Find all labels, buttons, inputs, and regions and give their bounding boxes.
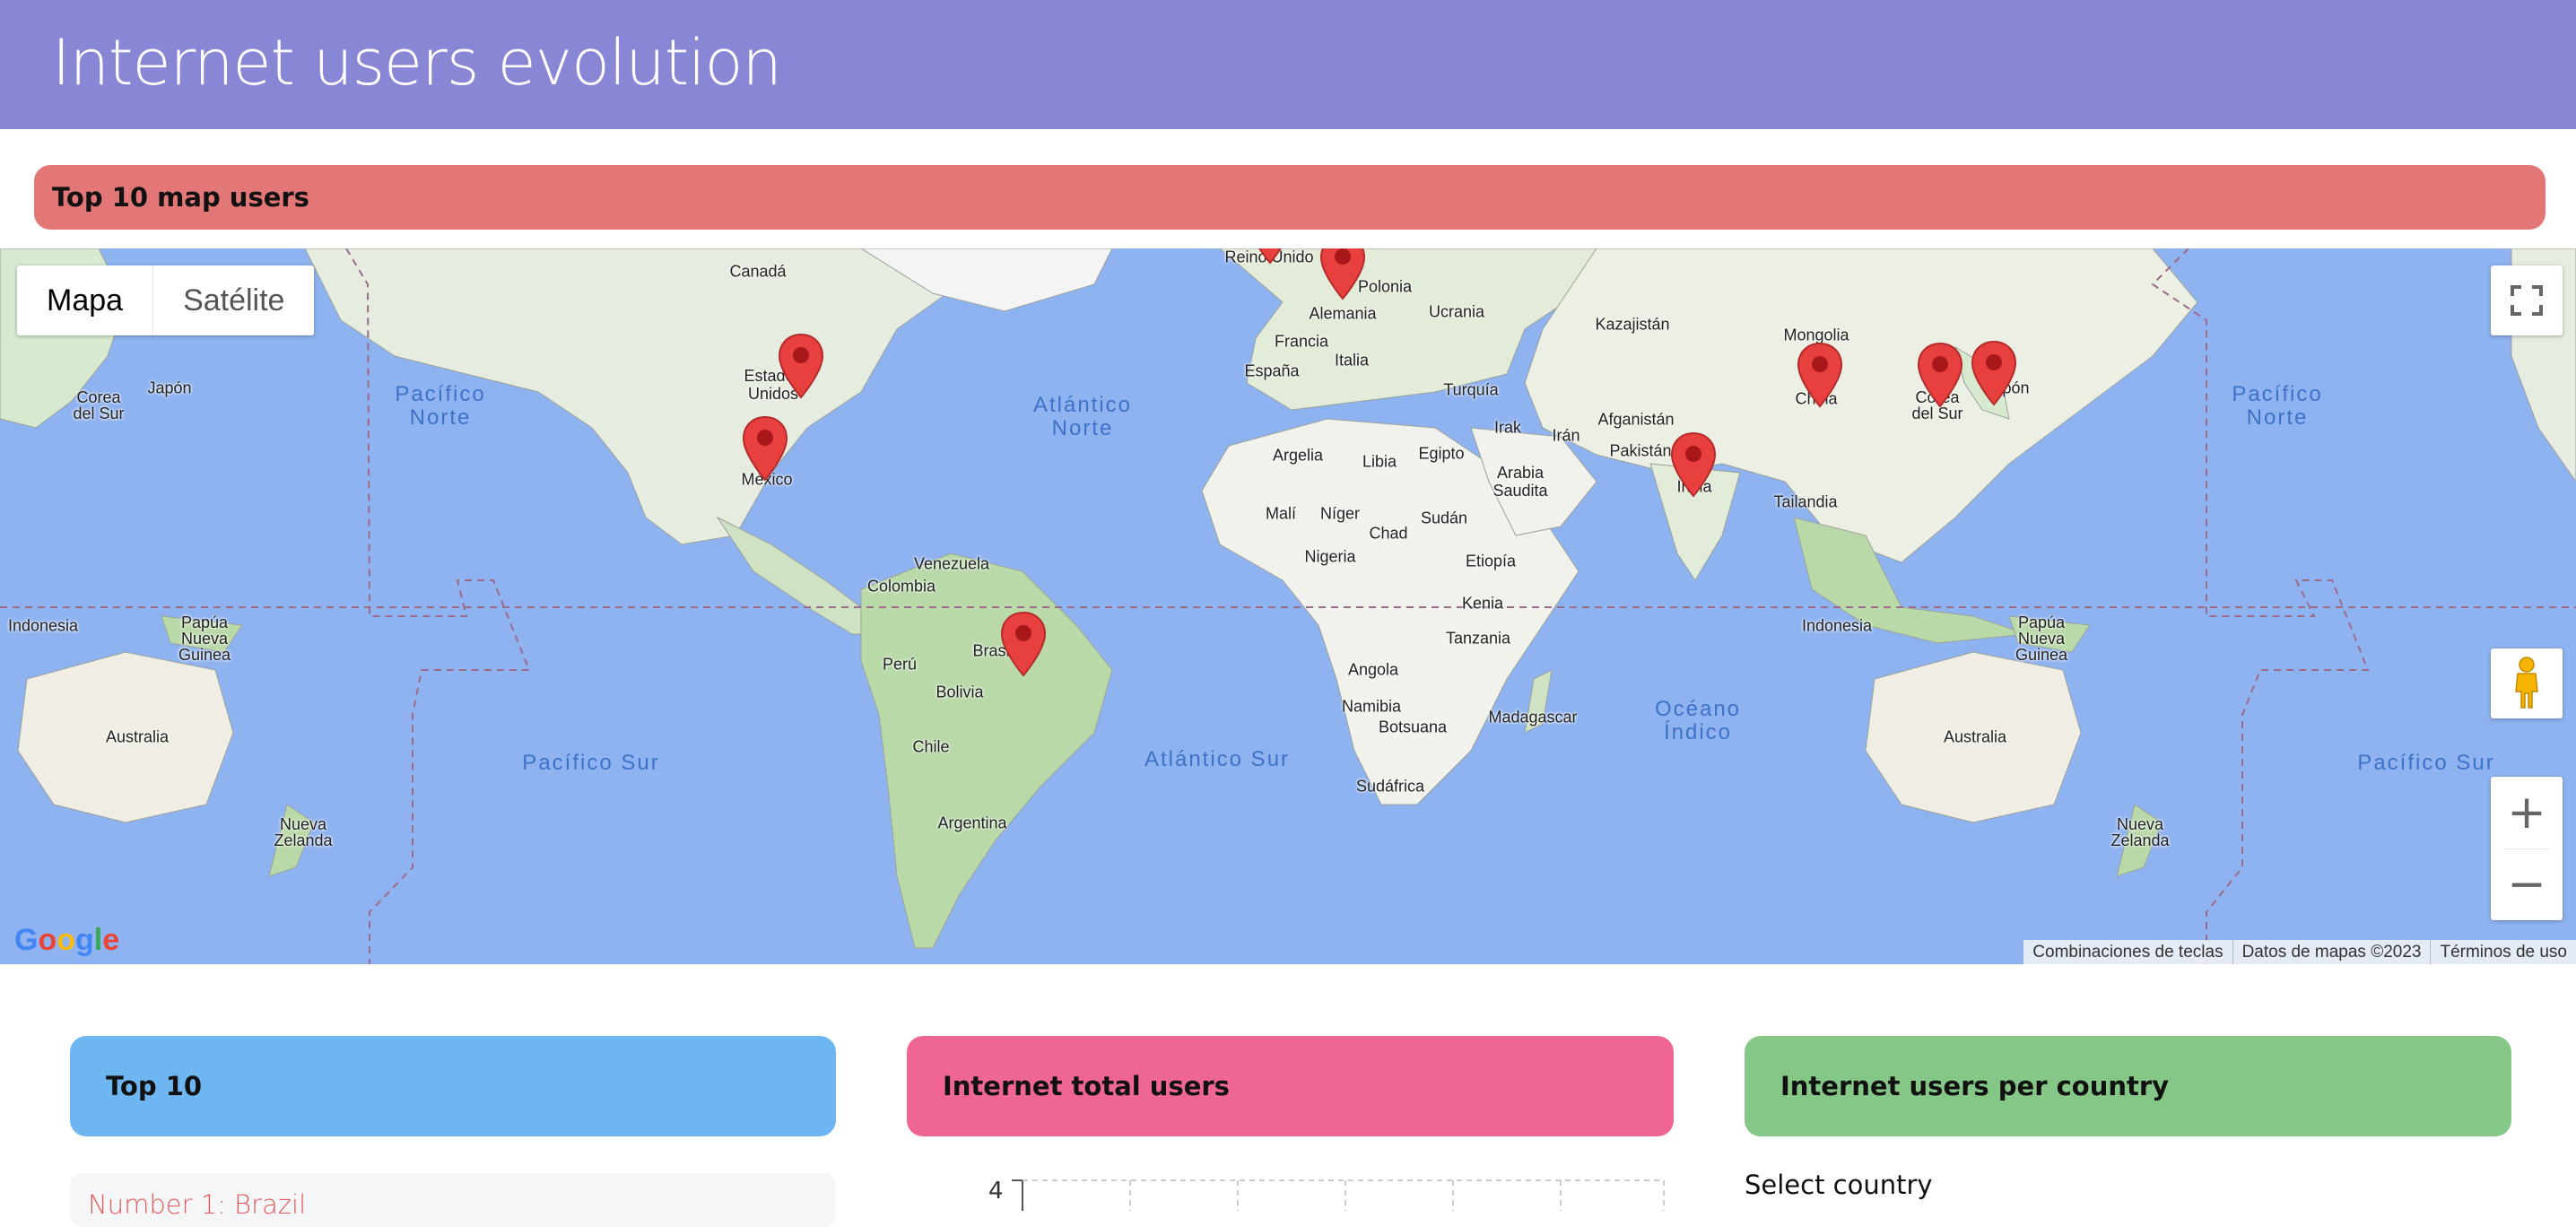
top10-card-title: Top 10 (70, 1036, 836, 1136)
map-country-label: Tailandia (1773, 492, 1838, 511)
fullscreen-icon (2511, 285, 2543, 316)
map-country-label: Nigeria (1304, 547, 1356, 566)
total-users-card-title: Internet total users (907, 1036, 1674, 1136)
map-country-label: Pakistán (1609, 441, 1672, 460)
terms-link[interactable]: Términos de uso (2430, 940, 2576, 964)
map-country-label: Chad (1369, 524, 1408, 543)
map-country-label: España (1244, 361, 1300, 380)
map-country-label: Turquía (1443, 380, 1499, 399)
map-country-label: Nueva Zelanda (274, 815, 333, 849)
map-country-label: Canadá (729, 262, 787, 281)
map-section-title: Top 10 map users (34, 165, 2546, 230)
map-country-label: Sudáfrica (1355, 777, 1425, 796)
map-country-label: Sudán (1420, 509, 1468, 527)
per-country-card-title: Internet users per country (1745, 1036, 2511, 1136)
ocean-label: Océano Índico (1654, 697, 1742, 744)
map-country-label: Angola (1347, 660, 1399, 679)
map-country-label: Japón (147, 379, 192, 397)
map-country-label: Argelia (1272, 446, 1324, 465)
ocean-label: Atlántico Sur (1144, 747, 1291, 771)
map-type-map-button[interactable]: Mapa (17, 265, 154, 335)
top10-list-item: Number 1: Brazil (88, 1189, 307, 1220)
ocean-label: Atlántico Norte (1032, 393, 1133, 440)
map-country-label: Colombia (866, 577, 936, 596)
pegman-icon (2515, 657, 2538, 709)
map-country-label: Chile (912, 737, 950, 756)
map-country-label: Indonesia (7, 616, 79, 635)
map-country-label: Tanzania (1445, 629, 1511, 648)
map-country-label: Irán (1552, 426, 1580, 445)
keyboard-shortcuts-link[interactable]: Combinaciones de teclas (2023, 940, 2232, 964)
map-country-label: Australia (105, 727, 170, 746)
map-country-label: Australia (1943, 727, 2007, 746)
map-country-label: Alemania (1309, 304, 1377, 323)
map-country-label: Nueva Zelanda (2110, 815, 2170, 849)
ocean-label: Pacífico Norte (2232, 382, 2323, 430)
map-country-label: Italia (1334, 351, 1370, 370)
select-country-label: Select country (1745, 1170, 1933, 1200)
google-logo: Google (14, 923, 120, 957)
map-country-label: Kazajistán (1595, 315, 1670, 334)
map-country-label: Argentina (937, 814, 1007, 832)
zoom-control: + − (2491, 777, 2563, 920)
map-tiles[interactable] (0, 248, 2576, 964)
zoom-out-button[interactable]: − (2491, 848, 2563, 920)
map-country-label: Papúa Nueva Guinea (178, 614, 231, 664)
map-country-label: Arabia Saudita (1493, 464, 1548, 500)
map-country-label: Francia (1274, 332, 1329, 351)
map-country-label: Madagascar (1488, 708, 1578, 727)
total-users-chart: 4 (987, 1175, 1668, 1211)
map-country-label: Kenia (1461, 594, 1504, 613)
map-country-label: Venezuela (913, 554, 990, 573)
map-marker[interactable] (778, 333, 824, 399)
map-country-label: Corea del Sur (73, 388, 125, 422)
map-marker[interactable] (1917, 342, 1963, 408)
ocean-label: Pacífico Sur (2357, 751, 2495, 775)
map-marker[interactable] (742, 415, 788, 482)
map-country-label: Afganistán (1597, 410, 1675, 429)
zoom-in-button[interactable]: + (2491, 777, 2563, 848)
chart-y-tick: 4 (988, 1178, 1004, 1205)
page-title: Internet users evolution (52, 26, 782, 100)
map-marker[interactable] (1000, 611, 1047, 677)
map-type-satellite-button[interactable]: Satélite (153, 265, 314, 335)
map-country-label: Bolivia (936, 683, 984, 701)
map-country-label: Irak (1493, 418, 1522, 437)
map-marker[interactable] (1670, 431, 1717, 498)
map-marker[interactable] (1971, 340, 2017, 406)
ocean-label: Pacífico Sur (522, 751, 660, 775)
map-country-label: Papúa Nueva Guinea (2015, 614, 2068, 664)
map-country-label: Libia (1362, 452, 1397, 471)
map-country-label: Indonesia (1801, 616, 1873, 635)
map-country-label: Namibia (1341, 697, 1402, 716)
app-header: Internet users evolution (0, 0, 2576, 129)
map-country-label: Níger (1319, 504, 1361, 523)
map-country-label: Ucrania (1428, 302, 1485, 321)
map-country-label: Etiopía (1465, 552, 1517, 570)
map-attribution: Combinaciones de teclas Datos de mapas ©… (2023, 940, 2576, 964)
map-data-text: Datos de mapas ©2023 (2232, 940, 2431, 964)
fullscreen-button[interactable] (2491, 265, 2563, 335)
map-country-label: Perú (882, 655, 918, 674)
map-country-label: Egipto (1418, 444, 1465, 463)
map-marker[interactable] (1319, 248, 1366, 300)
street-view-button[interactable] (2491, 648, 2563, 718)
map-country-label: Botsuana (1378, 718, 1448, 736)
map-marker[interactable] (1247, 248, 1293, 265)
map-country-label: Malí (1265, 504, 1297, 523)
top10-list: Number 1: Brazil (70, 1173, 836, 1227)
chart-grid: 4 (988, 1178, 1665, 1211)
ocean-label: Pacífico Norte (395, 382, 486, 430)
world-map[interactable]: Canadá Reino Unido Polonia Alemania Ucra… (0, 248, 2576, 964)
map-type-control: Mapa Satélite (17, 265, 315, 335)
map-marker[interactable] (1797, 342, 1843, 408)
